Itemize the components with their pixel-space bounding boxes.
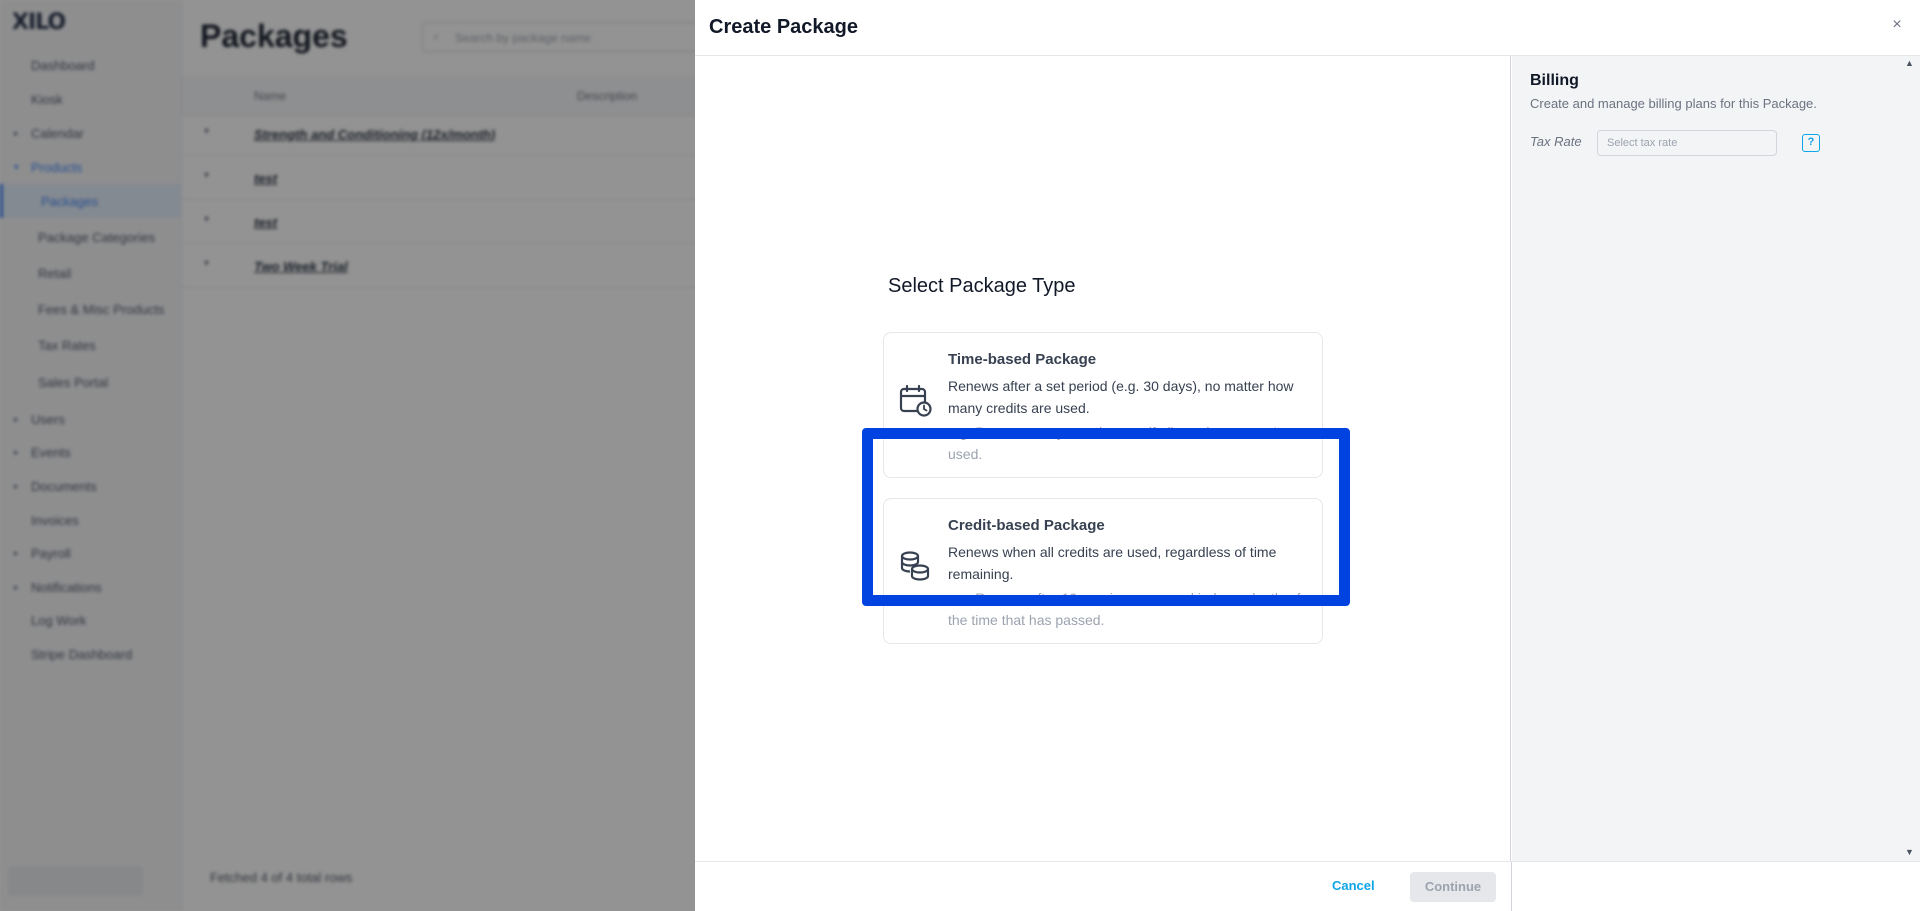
help-icon[interactable]: ? xyxy=(1802,134,1820,152)
option-description: Renews after a set period (e.g. 30 days)… xyxy=(948,378,1294,416)
scroll-up-arrow[interactable]: ▲ xyxy=(1905,58,1914,68)
option-title: Time-based Package xyxy=(948,351,1097,368)
billing-subtitle: Create and manage billing plans for this… xyxy=(1530,96,1817,111)
cancel-button[interactable]: Cancel xyxy=(1332,878,1375,893)
billing-panel: Billing Create and manage billing plans … xyxy=(1512,56,1920,861)
modal-footer: Cancel Continue xyxy=(695,861,1920,911)
billing-title: Billing xyxy=(1530,72,1579,89)
option-example: e.g. Renews after 10 sessions are used i… xyxy=(948,590,1301,628)
scroll-down-arrow[interactable]: ▼ xyxy=(1905,847,1914,857)
modal-title: Create Package xyxy=(709,16,858,38)
continue-button[interactable]: Continue xyxy=(1410,872,1496,902)
modal-header: Create Package × xyxy=(695,0,1920,56)
time-based-package-option[interactable]: Time-based Package Renews after a set pe… xyxy=(883,332,1323,478)
option-example: e.g. Renews every month, even if all ses… xyxy=(948,424,1281,462)
coins-stack-icon xyxy=(900,551,930,581)
tax-rate-select[interactable] xyxy=(1597,130,1777,156)
footer-divider xyxy=(1511,862,1512,911)
create-package-modal: Create Package × Select Package Type Tim… xyxy=(695,0,1920,911)
option-title: Credit-based Package xyxy=(948,517,1105,534)
option-description: Renews when all credits are used, regard… xyxy=(948,544,1277,582)
close-icon[interactable]: × xyxy=(1889,17,1905,33)
credit-based-package-option[interactable]: Credit-based Package Renews when all cre… xyxy=(883,498,1323,644)
calendar-clock-icon xyxy=(899,384,932,417)
tax-rate-label: Tax Rate xyxy=(1530,134,1582,149)
section-title: Select Package Type xyxy=(888,275,1076,297)
